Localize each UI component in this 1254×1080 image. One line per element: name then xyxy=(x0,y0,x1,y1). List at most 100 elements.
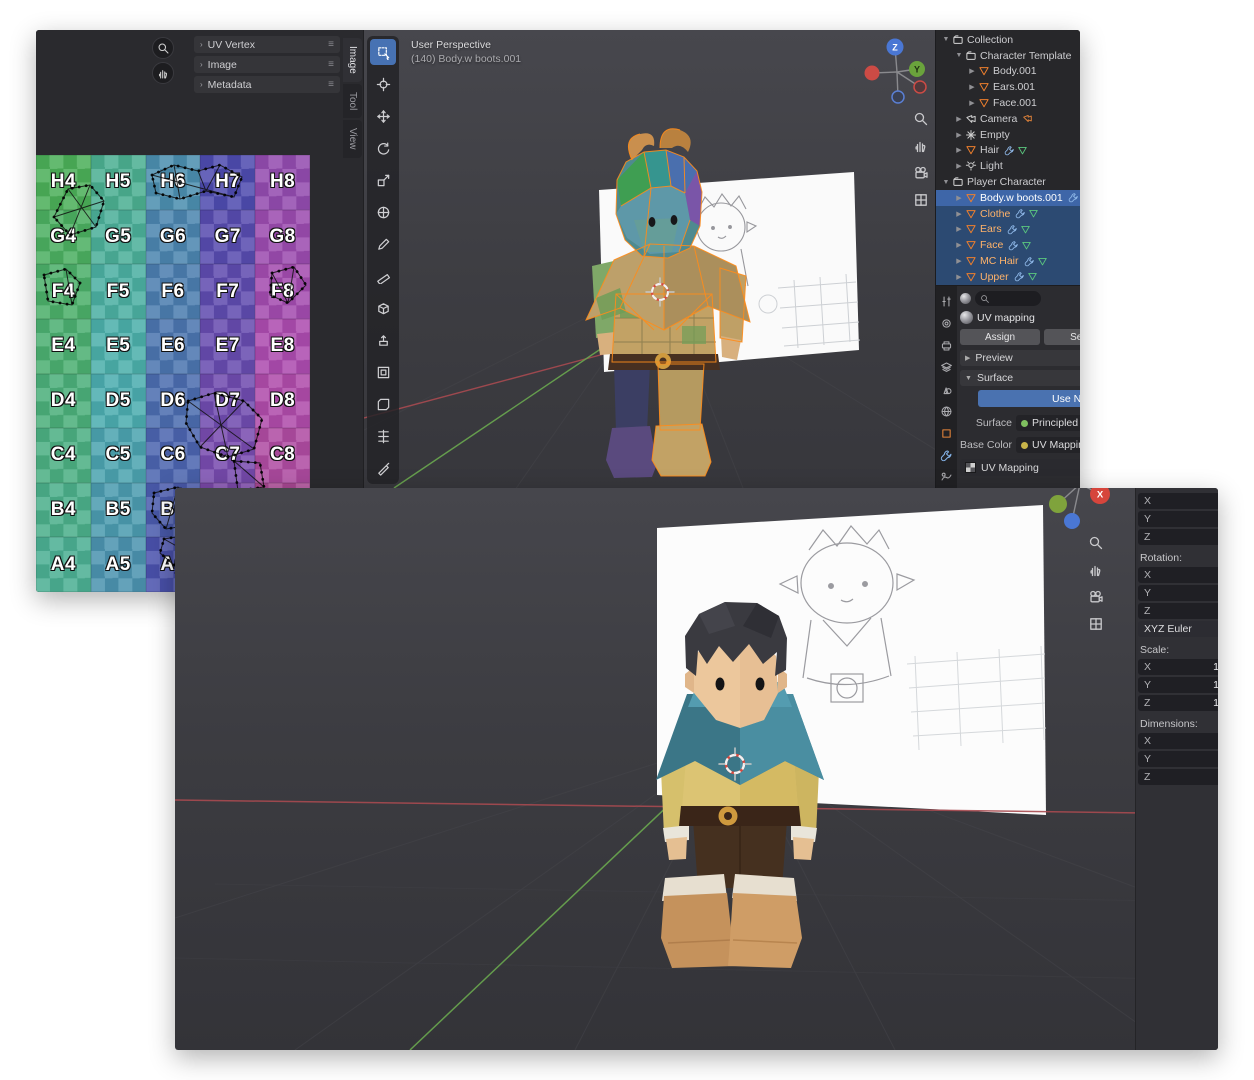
outliner-item-clothe[interactable]: ▶Clothe xyxy=(936,206,1080,222)
properties-tab-output[interactable] xyxy=(937,336,956,355)
rotation-x-field[interactable]: X xyxy=(1138,567,1218,583)
outliner-item-ears-001[interactable]: ▶ Ears.001 xyxy=(936,79,1080,95)
chevron-down-icon[interactable]: ▼ xyxy=(941,36,951,43)
outliner-item-empty[interactable]: ▶Empty xyxy=(936,127,1080,143)
chevron-right-icon[interactable]: ▶ xyxy=(967,83,977,91)
dimensions-y-field[interactable]: Y xyxy=(1138,751,1218,767)
nav-magnifier-button[interactable] xyxy=(910,108,932,130)
drag-handle-icon[interactable]: ≡ xyxy=(328,59,334,70)
scale-x-field[interactable]: X1 xyxy=(1138,659,1218,675)
panel-header-metadata[interactable]: ›Metadata≡ xyxy=(194,76,340,93)
tool-annotate-button[interactable] xyxy=(370,231,396,257)
drag-handle-icon[interactable]: ≡ xyxy=(328,39,334,50)
nav-magnifier-button[interactable] xyxy=(1085,532,1107,554)
outliner-item-upper[interactable]: ▶Upper xyxy=(936,269,1080,285)
hand-button[interactable] xyxy=(152,62,174,84)
outliner-item-body-001[interactable]: ▶Body.001 xyxy=(936,64,1080,80)
chevron-right-icon[interactable]: ▶ xyxy=(954,273,964,281)
nav-hand-button[interactable] xyxy=(1085,559,1107,581)
surface-section-header[interactable]: ▼ Surface xyxy=(960,370,1080,386)
rotation-y-field[interactable]: Y xyxy=(1138,585,1218,601)
chevron-down-icon[interactable]: ▼ xyxy=(941,179,951,186)
nav-gizmo-back[interactable]: Z Y xyxy=(865,39,927,104)
side-tab-tool[interactable]: Tool xyxy=(343,84,362,118)
dimensions-x-field[interactable]: X xyxy=(1138,733,1218,749)
outliner-item-hair[interactable]: ▶Hair xyxy=(936,143,1080,159)
outliner-item-player-character[interactable]: ▼Player Character xyxy=(936,174,1080,190)
nav-grid-button[interactable] xyxy=(1085,613,1107,635)
surface-shader-dropdown[interactable]: Principled BSDF xyxy=(1016,415,1080,431)
chevron-right-icon[interactable]: ▶ xyxy=(954,210,964,218)
properties-tab-view-layer[interactable] xyxy=(937,358,956,377)
properties-tab-physics[interactable] xyxy=(937,468,956,487)
properties-tab-world[interactable] xyxy=(937,402,956,421)
use-nodes-button[interactable]: Use Nodes xyxy=(978,390,1080,407)
properties-tab-scene[interactable] xyxy=(937,380,956,399)
chevron-right-icon[interactable]: ▶ xyxy=(954,241,964,249)
uv-mapping-node-row[interactable]: UV Mapping xyxy=(960,459,1080,476)
properties-tab-object[interactable] xyxy=(937,424,956,443)
outliner-item-mc-hair[interactable]: ▶MC Hair xyxy=(936,253,1080,269)
tool-measure-button[interactable] xyxy=(370,263,396,289)
outliner-item-collection[interactable]: ▼Collection xyxy=(936,32,1080,48)
side-tab-image[interactable]: Image xyxy=(343,38,362,82)
location-y-field[interactable]: Y xyxy=(1138,511,1218,527)
tool-select-box-button[interactable] xyxy=(370,39,396,65)
select-button[interactable]: Select xyxy=(1044,329,1080,345)
nav-camera-button[interactable] xyxy=(910,162,932,184)
tool-extrude-button[interactable] xyxy=(370,327,396,353)
chevron-right-icon[interactable]: ▶ xyxy=(954,115,964,123)
outliner-item-character-template[interactable]: ▼Character Template xyxy=(936,48,1080,64)
tool-add-cube-button[interactable] xyxy=(370,295,396,321)
outliner-item-face-001[interactable]: ▶Face.001 xyxy=(936,95,1080,111)
outliner-item-ears[interactable]: ▶Ears xyxy=(936,222,1080,238)
location-x-field[interactable]: X xyxy=(1138,493,1218,509)
panel-header-uv-vertex[interactable]: ›UV Vertex≡ xyxy=(194,36,340,53)
chevron-right-icon[interactable]: ▶ xyxy=(954,162,964,170)
drag-handle-icon[interactable]: ≡ xyxy=(328,79,334,90)
tool-loop-cut-button[interactable] xyxy=(370,423,396,449)
chevron-down-icon[interactable]: ▼ xyxy=(954,52,964,59)
tool-cursor-button[interactable] xyxy=(370,71,396,97)
outliner-item-light[interactable]: ▶Light xyxy=(936,158,1080,174)
rotation-z-field[interactable]: Z xyxy=(1138,603,1218,619)
nav-hand-button[interactable] xyxy=(910,135,932,157)
nav-grid-button[interactable] xyxy=(910,189,932,211)
scale-z-field[interactable]: Z1 xyxy=(1138,695,1218,711)
chevron-right-icon[interactable]: ▶ xyxy=(954,146,964,154)
chevron-right-icon[interactable]: ▶ xyxy=(967,99,977,107)
outliner-item-camera[interactable]: ▶Camera xyxy=(936,111,1080,127)
scale-y-field[interactable]: Y1 xyxy=(1138,677,1218,693)
material-name[interactable]: UV mapping xyxy=(977,312,1035,324)
location-z-field[interactable]: Z xyxy=(1138,529,1218,545)
properties-tab-render[interactable] xyxy=(937,314,956,333)
outliner-item-face[interactable]: ▶Face xyxy=(936,237,1080,253)
chevron-right-icon[interactable]: ▶ xyxy=(954,131,964,139)
tool-inset-button[interactable] xyxy=(370,359,396,385)
tool-scale-button[interactable] xyxy=(370,167,396,193)
dimensions-z-field[interactable]: Z xyxy=(1138,769,1218,785)
tool-knife-button[interactable] xyxy=(370,455,396,481)
chevron-right-icon[interactable]: ▶ xyxy=(954,225,964,233)
chevron-right-icon[interactable]: ▶ xyxy=(954,194,964,202)
assign-button[interactable]: Assign xyxy=(960,329,1040,345)
outliner-item-body-w-boots-001[interactable]: ▶Body.w boots.001 xyxy=(936,190,1080,206)
tool-move-button[interactable] xyxy=(370,103,396,129)
properties-tab-modifiers[interactable] xyxy=(937,446,956,465)
magnifier-button[interactable] xyxy=(152,37,174,59)
panel-header-image[interactable]: ›Image≡ xyxy=(194,56,340,73)
nav-camera-button[interactable] xyxy=(1085,586,1107,608)
material-search-input[interactable] xyxy=(975,291,1041,306)
rotation-mode-dropdown[interactable]: XYZ Euler xyxy=(1138,621,1218,637)
side-tab-view[interactable]: View xyxy=(343,120,362,158)
tool-transform-button[interactable] xyxy=(370,199,396,225)
base-color-dropdown[interactable]: UV Mapping xyxy=(1016,437,1080,453)
chevron-right-icon[interactable]: ▶ xyxy=(954,257,964,265)
chevron-right-icon[interactable]: ▶ xyxy=(967,67,977,75)
outliner-item-label: Ears.001 xyxy=(993,81,1035,93)
preview-section-header[interactable]: ▶ Preview xyxy=(960,350,1080,366)
nav-gizmo-front[interactable]: X xyxy=(1049,488,1110,529)
tool-bevel-button[interactable] xyxy=(370,391,396,417)
properties-tab-tool[interactable] xyxy=(937,292,956,311)
tool-rotate-button[interactable] xyxy=(370,135,396,161)
